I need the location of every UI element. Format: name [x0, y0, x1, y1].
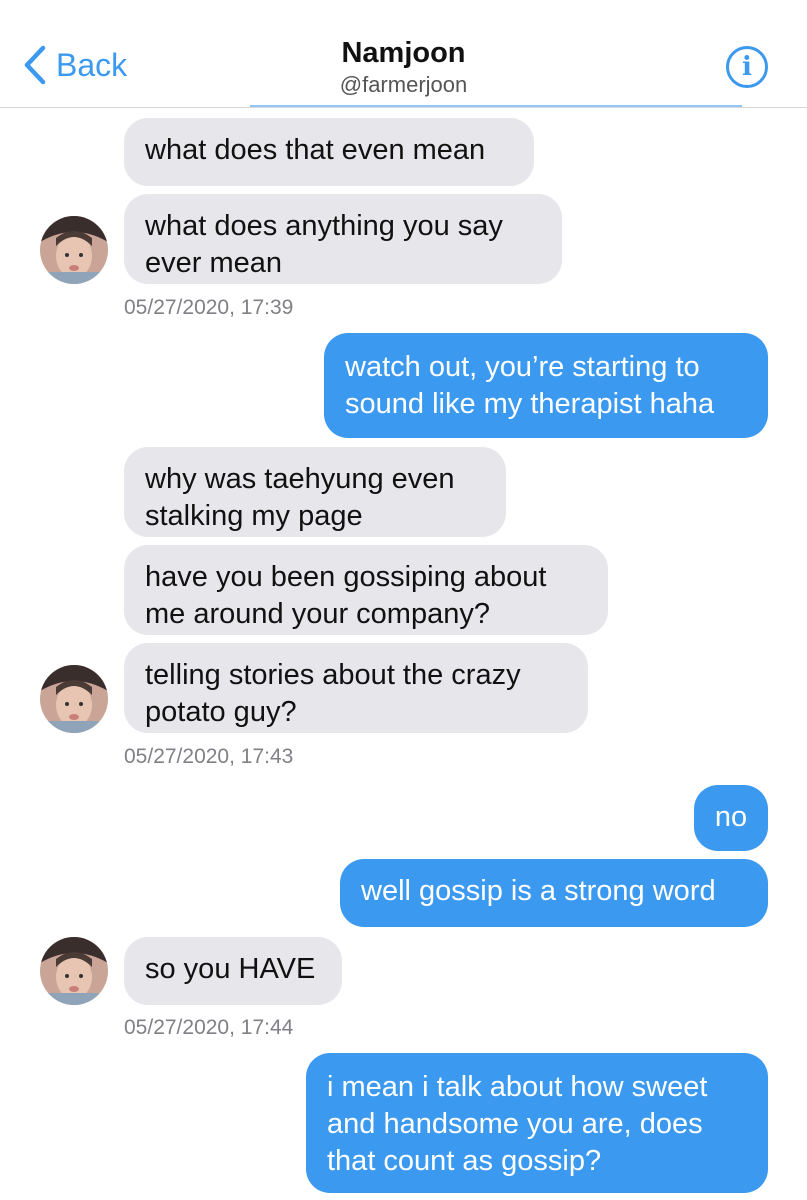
message-incoming: what does that even mean — [124, 118, 534, 186]
contact-name: Namjoon — [341, 37, 466, 69]
message-incoming: have you been gossiping about me around … — [124, 545, 608, 635]
message-incoming: so you HAVE — [124, 937, 342, 1005]
message-outgoing: well gossip is a strong word — [340, 859, 768, 927]
message-outgoing: watch out, you’re starting to sound like… — [324, 333, 768, 438]
avatar[interactable] — [40, 665, 108, 733]
message-outgoing: i mean i talk about how sweet and handso… — [306, 1053, 768, 1193]
conversation-header: Back Namjoon @farmerjoon i — [0, 0, 807, 108]
message-outgoing: no — [694, 785, 768, 851]
info-icon[interactable]: i — [726, 46, 768, 88]
avatar[interactable] — [40, 216, 108, 284]
message-timestamp: 05/27/2020, 17:44 — [124, 1016, 294, 1039]
contact-title: Namjoon @farmerjoon — [0, 36, 807, 100]
header-divider — [250, 105, 742, 107]
avatar[interactable] — [40, 937, 108, 1005]
message-timestamp: 05/27/2020, 17:39 — [124, 296, 294, 319]
message-incoming: telling stories about the crazy potato g… — [124, 643, 588, 733]
message-timestamp: 05/27/2020, 17:43 — [124, 745, 294, 768]
message-incoming: why was taehyung even stalking my page — [124, 447, 506, 537]
contact-handle: @farmerjoon — [339, 72, 468, 97]
message-incoming: what does anything you say ever mean — [124, 194, 562, 284]
